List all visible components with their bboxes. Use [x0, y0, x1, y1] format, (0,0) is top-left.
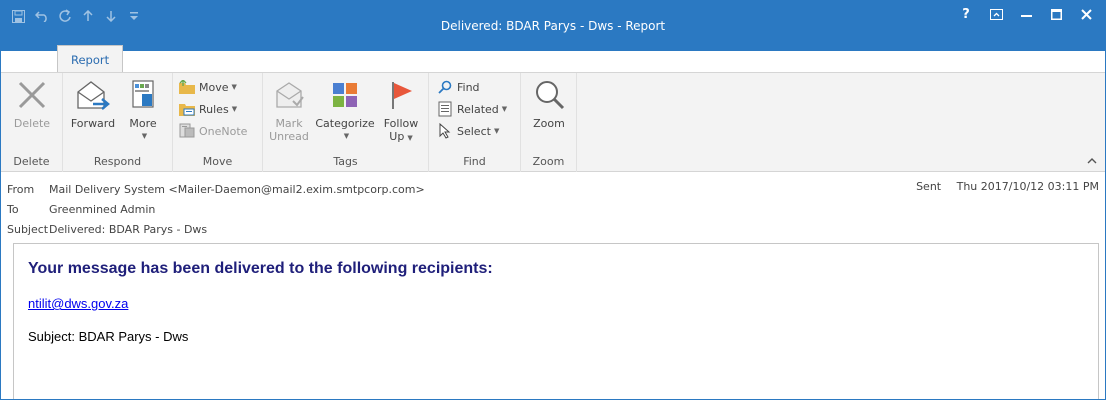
- group-label-tags: Tags: [333, 155, 358, 168]
- select-button[interactable]: Select ▼: [437, 121, 499, 141]
- group-zoom: Zoom Zoom: [521, 73, 577, 172]
- more-respond-icon: [125, 77, 161, 113]
- chevron-down-icon: ▼: [501, 105, 508, 113]
- minimize-icon[interactable]: [1013, 1, 1039, 27]
- from-label: From: [7, 182, 35, 196]
- collapse-ribbon-icon[interactable]: [1087, 156, 1097, 167]
- sent-value: Thu 2017/10/12 03:11 PM: [956, 180, 1099, 193]
- outlook-message-window: Delivered: BDAR Parys - Dws - Report ? F…: [0, 0, 1106, 400]
- forward-button-label: Forward: [70, 117, 116, 130]
- onenote-button[interactable]: OneNote: [179, 121, 247, 141]
- rules-icon: [179, 101, 195, 117]
- title-bar: Delivered: BDAR Parys - Dws - Report ?: [1, 1, 1105, 51]
- window-title: Delivered: BDAR Parys - Dws - Report: [440, 19, 666, 33]
- ribbon-display-options-icon[interactable]: [983, 1, 1009, 27]
- body-heading: Your message has been delivered to the f…: [28, 260, 493, 277]
- onenote-button-label: OneNote: [199, 124, 248, 138]
- group-respond: Forward More ▼ Respond: [63, 73, 173, 172]
- recipient-link[interactable]: ntilit@dws.gov.za: [28, 296, 1084, 311]
- find-button[interactable]: Find: [437, 77, 480, 97]
- zoom-button-label: Zoom: [533, 117, 565, 130]
- to-value[interactable]: Greenmined Admin: [49, 203, 155, 216]
- window-controls: ?: [949, 1, 1105, 31]
- related-button[interactable]: Related ▼: [437, 99, 507, 119]
- onenote-icon: [179, 123, 195, 139]
- flag-icon: [383, 77, 419, 113]
- group-label-move: Move: [202, 155, 233, 168]
- group-delete: Delete Delete: [1, 73, 63, 172]
- mark-unread-icon: [271, 77, 307, 113]
- zoom-button[interactable]: Zoom: [525, 75, 573, 130]
- related-button-label: Related: [457, 102, 499, 116]
- chevron-down-icon: ▼: [343, 132, 350, 140]
- mark-unread-label-2: Unread: [269, 130, 309, 143]
- close-icon[interactable]: [1073, 1, 1099, 27]
- ribbon: Delete Delete Forward More ▼ Respond Mov…: [1, 72, 1105, 172]
- message-body: Your message has been delivered to the f…: [13, 243, 1099, 399]
- message-header: From Mail Delivery System <Mailer-Daemon…: [1, 172, 1105, 242]
- rules-button[interactable]: Rules ▼: [179, 99, 237, 119]
- categorize-button[interactable]: Categorize ▼: [313, 75, 377, 140]
- related-icon: [437, 101, 453, 117]
- sent-info: Sent Thu 2017/10/12 03:11 PM: [916, 180, 1099, 193]
- group-find: Find Related ▼ Select ▼ Find: [429, 73, 521, 172]
- help-button[interactable]: ?: [953, 1, 979, 27]
- delete-button-label: Delete: [13, 117, 51, 130]
- group-label-find: Find: [463, 155, 486, 168]
- mark-unread-button[interactable]: Mark Unread: [267, 75, 311, 143]
- subject-row: Subject Delivered: BDAR Parys - Dws: [7, 220, 207, 238]
- move-button[interactable]: Move ▼: [179, 77, 237, 97]
- categorize-icon: [327, 77, 363, 113]
- cursor-icon: [437, 123, 453, 139]
- categorize-label: Categorize: [315, 117, 375, 130]
- rules-button-label: Rules: [199, 102, 229, 116]
- chevron-down-icon: ▼: [493, 127, 500, 135]
- forward-button[interactable]: Forward: [67, 75, 119, 130]
- chevron-down-icon: ▼: [231, 105, 238, 113]
- subject-label: Subject: [7, 222, 49, 236]
- find-button-label: Find: [457, 80, 480, 94]
- from-value[interactable]: Mail Delivery System <Mailer-Daemon@mail…: [49, 183, 425, 196]
- mark-unread-label-1: Mark: [275, 117, 303, 130]
- follow-up-button[interactable]: Follow Up ▼: [379, 75, 423, 143]
- move-button-label: Move: [199, 80, 229, 94]
- more-respond-label: More: [129, 117, 157, 130]
- tab-report[interactable]: Report: [57, 45, 124, 73]
- find-search-icon: [437, 79, 453, 95]
- follow-up-label-2: Up ▼: [389, 130, 412, 143]
- select-button-label: Select: [457, 124, 491, 138]
- chevron-down-icon: ▼: [231, 83, 237, 91]
- delete-x-icon: [14, 77, 50, 113]
- group-move: Move ▼ Rules ▼ OneNote Move: [173, 73, 263, 172]
- follow-up-label-1: Follow: [383, 117, 419, 130]
- chevron-down-icon: ▼: [407, 134, 413, 142]
- zoom-magnifier-icon: [531, 77, 567, 113]
- tab-file[interactable]: File: [1, 45, 57, 71]
- to-row: To Greenmined Admin: [7, 200, 155, 218]
- group-label-zoom: Zoom: [532, 155, 565, 168]
- move-folder-icon: [179, 79, 195, 95]
- ribbon-tabs: File Report: [1, 45, 124, 73]
- maximize-icon[interactable]: [1043, 1, 1069, 27]
- from-row: From Mail Delivery System <Mailer-Daemon…: [7, 180, 425, 198]
- body-subject-line: Subject: BDAR Parys - Dws: [28, 329, 189, 344]
- more-respond-button[interactable]: More ▼: [121, 75, 165, 140]
- to-label: To: [7, 202, 19, 216]
- follow-up-label-2-text: Up: [389, 130, 405, 143]
- group-label-delete: Delete: [13, 155, 50, 168]
- sent-label: Sent: [916, 180, 942, 193]
- group-label-respond: Respond: [93, 155, 142, 168]
- group-tags: Mark Unread Categorize ▼ Follow Up ▼ Tags: [263, 73, 429, 172]
- chevron-down-icon: ▼: [141, 132, 148, 140]
- forward-icon: [75, 77, 111, 113]
- delete-button[interactable]: Delete: [7, 75, 57, 130]
- subject-value: Delivered: BDAR Parys - Dws: [49, 222, 208, 236]
